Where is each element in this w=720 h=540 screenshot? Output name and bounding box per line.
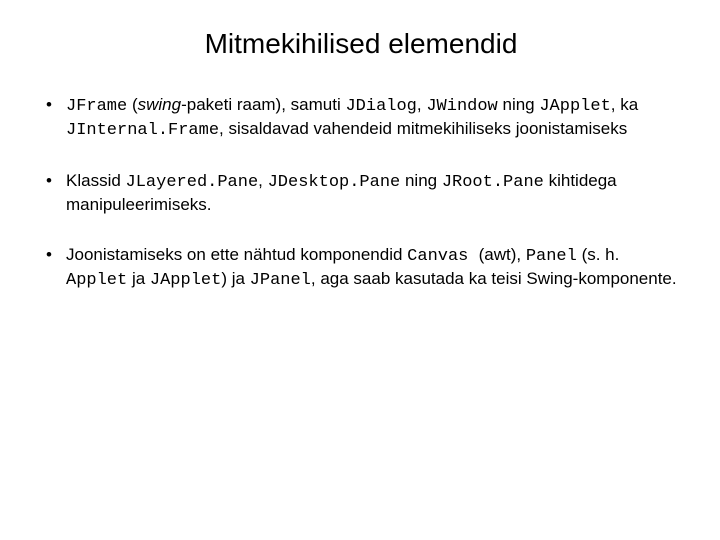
bullet-item-3: Joonistamiseks on ette nähtud komponendi… (42, 244, 680, 292)
text: ja (127, 269, 150, 288)
slide-title: Mitmekihilised elemendid (42, 28, 680, 60)
text: Klassid (66, 171, 126, 190)
text: , (258, 171, 267, 190)
text: , ka (611, 95, 638, 114)
code-jframe: JFrame (66, 97, 127, 116)
code-jinternalframe: JInternal.Frame (66, 121, 219, 140)
code-jwindow: JWindow (426, 97, 497, 116)
code-japplet2: JApplet (150, 271, 221, 290)
text: ) ja (221, 269, 249, 288)
code-panel: Panel (526, 247, 577, 266)
text: ( (127, 95, 137, 114)
slide: Mitmekihilised elemendid JFrame (swing-p… (0, 0, 720, 540)
text: , aga saab kasutada ka teisi Swing-kompo… (311, 269, 677, 288)
code-jpanel: JPanel (250, 271, 311, 290)
code-jdesktoppane: JDesktop.Pane (268, 173, 401, 192)
text: , sisaldavad vahendeid mitmekihiliseks j… (219, 119, 627, 138)
text: ning (498, 95, 540, 114)
code-japplet: JApplet (539, 97, 610, 116)
bullet-item-2: Klassid JLayered.Pane, JDesktop.Pane nin… (42, 170, 680, 216)
code-jlayeredpane: JLayered.Pane (126, 173, 259, 192)
bullet-item-1: JFrame (swing-paketi raam), samuti JDial… (42, 94, 680, 142)
code-canvas: Canvas (407, 247, 478, 266)
code-applet: Applet (66, 271, 127, 290)
italic-swing: swing (138, 95, 181, 114)
text: (s. h. (577, 245, 620, 264)
text: -paketi raam), samuti (181, 95, 345, 114)
text: (awt), (479, 245, 526, 264)
bullet-list: JFrame (swing-paketi raam), samuti JDial… (42, 94, 680, 293)
code-jdialog: JDialog (345, 97, 416, 116)
text: , (417, 95, 426, 114)
code-jrootpane: JRoot.Pane (442, 173, 544, 192)
text: ning (400, 171, 442, 190)
text: Joonistamiseks on ette nähtud komponendi… (66, 245, 407, 264)
